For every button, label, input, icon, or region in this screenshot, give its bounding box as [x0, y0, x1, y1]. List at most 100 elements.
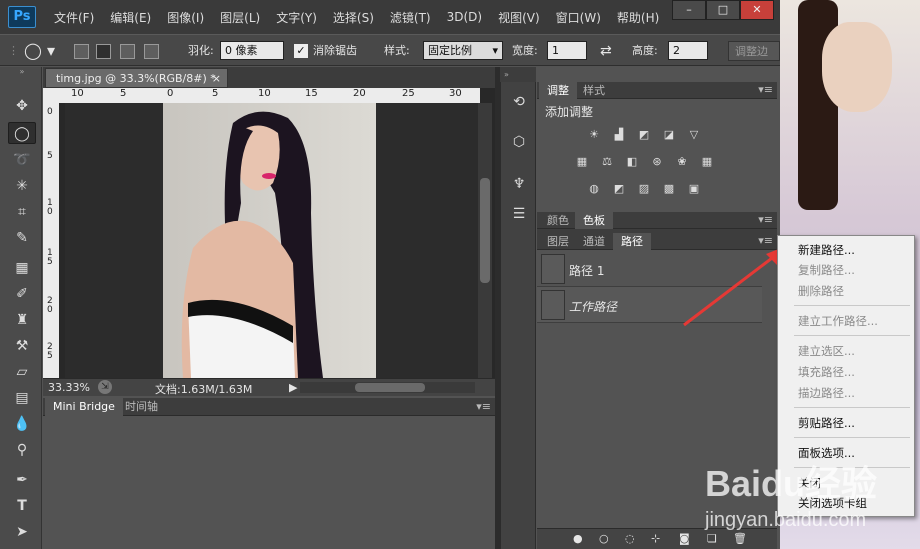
- menu-item-stroke-path[interactable]: 描边路径...: [798, 384, 855, 402]
- make-work-path-icon[interactable]: ⊹: [651, 532, 660, 545]
- tab-color[interactable]: 颜色: [539, 212, 577, 229]
- menu-filter[interactable]: 滤镜(T): [382, 9, 439, 26]
- vibrance-icon[interactable]: ▽: [685, 128, 703, 142]
- path-name[interactable]: 路径 1: [569, 262, 604, 279]
- brightness-icon[interactable]: ☀: [585, 128, 603, 142]
- tab-styles[interactable]: 样式: [575, 82, 613, 99]
- exposure-icon[interactable]: ◪: [660, 128, 678, 142]
- collapse-icon[interactable]: »: [500, 67, 536, 82]
- ellipse-marquee-icon[interactable]: ◯ ▾: [24, 41, 55, 61]
- threshold-icon[interactable]: ▨: [635, 182, 653, 196]
- panel-menu-icon[interactable]: ▾≡: [758, 83, 773, 96]
- zoom-level[interactable]: 33.33%: [48, 381, 90, 394]
- color-balance-icon[interactable]: ⚖: [598, 155, 616, 169]
- style-select[interactable]: 固定比例 ▾: [423, 41, 503, 60]
- brush-tool-icon[interactable]: ✐: [8, 283, 36, 305]
- tab-swatches[interactable]: 色板: [575, 212, 613, 229]
- maximize-button[interactable]: □: [706, 0, 740, 20]
- move-tool-icon[interactable]: ✥: [8, 95, 36, 117]
- panel-menu-icon[interactable]: ▾≡: [758, 213, 773, 226]
- menu-layer[interactable]: 图层(L): [212, 9, 268, 26]
- scroll-thumb[interactable]: [480, 178, 490, 283]
- scroll-thumb[interactable]: [355, 383, 425, 392]
- clone-stamp-tool-icon[interactable]: ♜: [8, 309, 36, 331]
- fill-path-icon[interactable]: ●: [573, 532, 583, 545]
- antialias-checkbox[interactable]: ✓: [294, 44, 308, 58]
- pen-tool-icon[interactable]: ✒: [8, 469, 36, 491]
- lasso-tool-icon[interactable]: ➰: [8, 149, 36, 171]
- hue-saturation-icon[interactable]: ▦: [573, 155, 591, 169]
- menu-item-duplicate-path[interactable]: 复制路径...: [798, 261, 855, 279]
- menu-window[interactable]: 窗口(W): [548, 9, 609, 26]
- path-selection-tool-icon[interactable]: ➤: [8, 521, 36, 543]
- menu-item-make-selection[interactable]: 建立选区...: [798, 342, 855, 360]
- color-lookup-icon[interactable]: ▦: [698, 155, 716, 169]
- width-input[interactable]: 1: [547, 41, 587, 60]
- subtract-selection-icon[interactable]: [120, 44, 135, 64]
- invert-icon[interactable]: ◍: [585, 182, 603, 196]
- menu-item-new-path[interactable]: 新建路径...: [798, 241, 855, 259]
- add-mask-icon[interactable]: ◙: [679, 532, 690, 545]
- intersect-selection-icon[interactable]: [144, 44, 159, 64]
- eraser-tool-icon[interactable]: ▱: [8, 361, 36, 383]
- menu-item-fill-path[interactable]: 填充路径...: [798, 363, 855, 381]
- history-brush-tool-icon[interactable]: ⚒: [8, 335, 36, 357]
- menu-view[interactable]: 视图(V): [490, 9, 548, 26]
- swap-icon[interactable]: ⇄: [600, 41, 612, 61]
- brush-presets-icon[interactable]: ♆: [507, 172, 531, 196]
- feather-input[interactable]: 0 像素: [220, 41, 284, 60]
- gradient-map-icon[interactable]: ▣: [685, 182, 703, 196]
- menu-item-make-work-path[interactable]: 建立工作路径...: [798, 312, 878, 330]
- horizontal-scrollbar[interactable]: [300, 382, 475, 393]
- dodge-tool-icon[interactable]: ⚲: [8, 439, 36, 461]
- magic-wand-tool-icon[interactable]: ✳: [8, 175, 36, 197]
- blur-tool-icon[interactable]: 💧: [8, 413, 36, 435]
- load-selection-icon[interactable]: ◌: [625, 532, 635, 545]
- healing-brush-tool-icon[interactable]: ▦: [8, 257, 36, 279]
- menu-edit[interactable]: 编辑(E): [102, 9, 159, 26]
- path-name[interactable]: 工作路径: [569, 298, 617, 315]
- 3d-icon[interactable]: ⬡: [507, 130, 531, 154]
- add-selection-icon[interactable]: [96, 44, 111, 64]
- menu-select[interactable]: 选择(S): [325, 9, 382, 26]
- refine-edge-button[interactable]: 调整边: [728, 41, 780, 61]
- close-button[interactable]: ✕: [740, 0, 774, 20]
- menu-item-delete-path[interactable]: 删除路径: [798, 282, 844, 300]
- photo-image[interactable]: [163, 103, 376, 379]
- menu-image[interactable]: 图像(I): [159, 9, 212, 26]
- photo-filter-icon[interactable]: ⊛: [648, 155, 666, 169]
- tab-timeline[interactable]: 时间轴: [117, 398, 166, 416]
- menu-help[interactable]: 帮助(H): [609, 9, 667, 26]
- tab-layers[interactable]: 图层: [539, 233, 577, 250]
- tab-paths[interactable]: 路径: [613, 233, 651, 250]
- menu-file[interactable]: 文件(F): [46, 9, 102, 26]
- panel-menu-icon[interactable]: ▾≡: [476, 400, 491, 413]
- minimize-button[interactable]: –: [672, 0, 706, 20]
- tab-adjustments[interactable]: 调整: [539, 82, 577, 99]
- new-selection-icon[interactable]: [74, 44, 89, 64]
- curves-icon[interactable]: ◩: [635, 128, 653, 142]
- document-tab[interactable]: timg.jpg @ 33.3%(RGB/8#) * ×: [45, 68, 228, 88]
- expand-icon[interactable]: »: [8, 67, 36, 77]
- menu-item-clipping-path[interactable]: 剪贴路径...: [798, 414, 855, 432]
- black-white-icon[interactable]: ◧: [623, 155, 641, 169]
- height-input[interactable]: 2: [668, 41, 708, 60]
- tab-channels[interactable]: 通道: [575, 233, 613, 250]
- crop-tool-icon[interactable]: ⌗: [8, 201, 36, 223]
- tab-mini-bridge[interactable]: Mini Bridge: [45, 398, 123, 416]
- vertical-scrollbar[interactable]: [478, 103, 492, 378]
- eyedropper-tool-icon[interactable]: ✎: [8, 227, 36, 249]
- properties-icon[interactable]: ☰: [507, 202, 531, 226]
- menu-3d[interactable]: 3D(D): [439, 10, 490, 24]
- selective-color-icon[interactable]: ▩: [660, 182, 678, 196]
- type-tool-icon[interactable]: T: [8, 495, 36, 517]
- ellipse-marquee-tool-icon[interactable]: ◯: [8, 122, 36, 144]
- menu-type[interactable]: 文字(Y): [268, 9, 325, 26]
- channel-mixer-icon[interactable]: ❀: [673, 155, 691, 169]
- triangle-right-icon[interactable]: ▶: [289, 381, 297, 394]
- posterize-icon[interactable]: ◩: [610, 182, 628, 196]
- history-icon[interactable]: ⟲: [507, 90, 531, 114]
- close-document-icon[interactable]: ×: [212, 69, 221, 89]
- gradient-tool-icon[interactable]: ▤: [8, 387, 36, 409]
- stroke-path-icon[interactable]: ○: [599, 532, 609, 545]
